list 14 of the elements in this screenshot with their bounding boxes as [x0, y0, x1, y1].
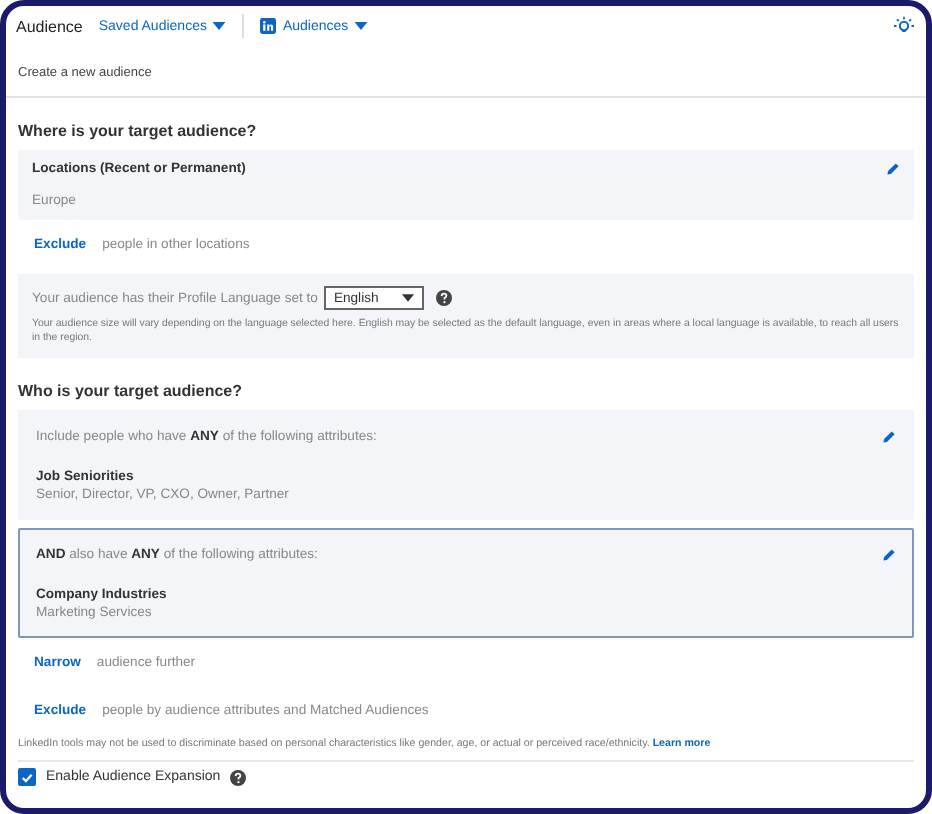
lightbulb-icon — [892, 16, 916, 36]
edit-icon — [882, 430, 896, 445]
brand-icon — [260, 18, 277, 34]
section-heading: Where is your target audience? — [18, 120, 259, 144]
checkbox[interactable] — [18, 768, 36, 787]
edit-icon — [886, 162, 900, 176]
help-icon — [435, 290, 452, 306]
section-heading: Who is your target audience? — [18, 380, 245, 405]
edit-icon — [882, 548, 896, 563]
caret-icon — [354, 22, 369, 30]
caret-icon — [212, 22, 227, 30]
help-icon — [230, 769, 247, 786]
caret-icon — [401, 294, 414, 302]
page-title: Audience — [16, 17, 83, 35]
